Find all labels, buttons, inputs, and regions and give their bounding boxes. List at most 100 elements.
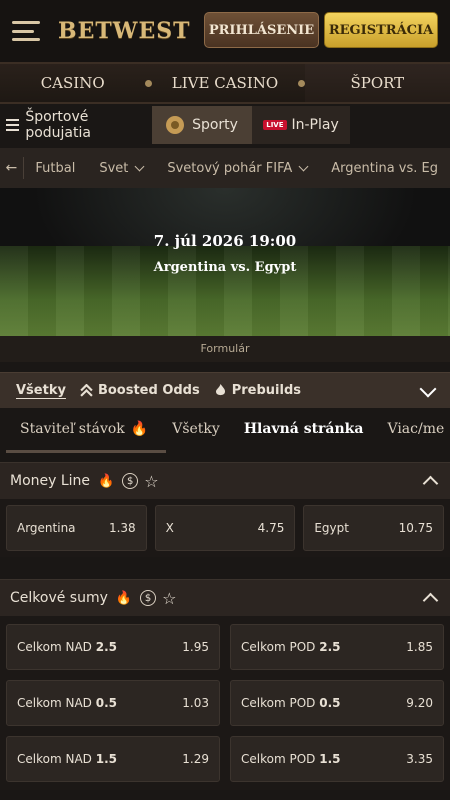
match-hero: 7. júl 2026 19:00 Argentina vs. Egypt — [0, 188, 450, 336]
breadcrumb-svet-label: Svet — [99, 160, 129, 176]
nav-live-casino[interactable]: LIVE CASINO — [152, 74, 297, 92]
odds-line: 0.5 — [95, 696, 117, 710]
back-arrow-icon[interactable]: ← — [0, 160, 23, 176]
sports-events-label: Športové podujatia — [25, 109, 91, 141]
totals-section: Celkové sumy 🔥 $ ☆ Celkom NAD 2.5 1.95 Ce… — [0, 579, 450, 790]
top-bar: BETWEST PRIHLÁSENIE REGISTRÁCIA — [0, 0, 450, 62]
odds-button[interactable]: Celkom NAD 0.5 1.03 — [6, 680, 220, 726]
odds-label: Argentina — [17, 521, 76, 535]
main-nav: CASINO LIVE CASINO ŠPORT — [0, 62, 450, 104]
odds-label: Celkom NAD 1.5 — [17, 752, 117, 766]
odds-label-text: Celkom POD — [241, 640, 316, 654]
money-line-header[interactable]: Money Line 🔥 $ ☆ — [0, 463, 450, 499]
form-link[interactable]: Formulár — [0, 336, 450, 362]
nav-divider-dot — [145, 79, 153, 87]
inplay-tab[interactable]: LIVE In-Play — [252, 106, 350, 144]
nav-casino[interactable]: CASINO — [0, 74, 145, 92]
totals-title: Celkové sumy — [10, 590, 108, 606]
sports-label: Sporty — [192, 117, 238, 133]
breadcrumb-svet[interactable]: Svet — [87, 161, 155, 176]
filter-prebuilds[interactable]: Prebuilds — [214, 383, 301, 398]
odds-label-text: Celkom NAD — [17, 640, 92, 654]
odds-label: Egypt — [314, 521, 349, 535]
odds-label-text: Celkom POD — [241, 696, 316, 710]
cashout-icon: $ — [140, 590, 157, 606]
sub-nav: Športové podujatia Sporty LIVE In-Play — [0, 106, 450, 144]
odds-value: 1.38 — [108, 521, 136, 535]
totals-header[interactable]: Celkové sumy 🔥 $ ☆ — [0, 580, 450, 616]
star-icon[interactable]: ☆ — [162, 589, 176, 608]
totals-odds: Celkom NAD 2.5 1.95 Celkom POD 2.5 1.85 Ce… — [0, 616, 450, 790]
chevron-down-icon — [298, 161, 309, 171]
sports-tab[interactable]: Sporty — [152, 106, 252, 144]
nav-sport[interactable]: ŠPORT — [304, 64, 450, 102]
odds-line: 2.5 — [319, 640, 341, 654]
odds-line: 2.5 — [95, 640, 117, 654]
match-date: 7. júl 2026 19:00 — [153, 232, 297, 250]
login-button[interactable]: PRIHLÁSENIE — [204, 12, 319, 48]
odds-label: Celkom NAD 0.5 — [17, 696, 117, 710]
chevrons-up-icon — [80, 384, 93, 397]
chevron-up-icon[interactable] — [422, 592, 439, 609]
odds-value: 1.29 — [182, 752, 209, 766]
odds-value: 4.75 — [257, 521, 285, 535]
breadcrumb-world-cup-label: Svetový pohár FIFA — [167, 160, 293, 176]
odds-label: Celkom NAD 2.5 — [17, 640, 117, 654]
breadcrumb-world-cup[interactable]: Svetový pohár FIFA — [155, 161, 319, 176]
odds-label: Celkom POD 2.5 — [241, 640, 340, 654]
tab-more[interactable]: Viac/me — [375, 421, 450, 437]
odds-line: 1.5 — [95, 752, 117, 766]
chevron-down-icon[interactable] — [419, 380, 437, 398]
tab-bet-builder[interactable]: Staviteľ stávok 🔥 — [0, 421, 160, 437]
odds-label: X — [165, 521, 174, 535]
odds-label: Celkom POD 1.5 — [241, 752, 340, 766]
breadcrumb-match[interactable]: Argentina vs. Eg — [319, 161, 450, 176]
odds-button[interactable]: Celkom POD 1.5 3.35 — [230, 736, 444, 782]
odds-line: 0.5 — [319, 696, 341, 710]
filter-boosted-odds-label: Boosted Odds — [97, 383, 200, 398]
star-icon[interactable]: ☆ — [144, 472, 158, 491]
register-button[interactable]: REGISTRÁCIA — [324, 12, 438, 48]
ball-icon — [166, 116, 185, 134]
logo: BETWEST — [58, 18, 191, 44]
odds-button[interactable]: Celkom NAD 1.5 1.29 — [6, 736, 220, 782]
odds-button[interactable]: Celkom NAD 2.5 1.95 — [6, 624, 220, 670]
odds-value: 1.95 — [182, 640, 209, 654]
odds-value: 10.75 — [398, 521, 434, 535]
inplay-label: In-Play — [291, 117, 339, 133]
flame-icon — [215, 384, 225, 396]
odds-value: 9.20 — [406, 696, 433, 710]
odds-button[interactable]: Argentina 1.38 — [6, 505, 147, 551]
odds-button[interactable]: Celkom POD 2.5 1.85 — [230, 624, 444, 670]
fire-icon: 🔥 — [115, 590, 133, 606]
filter-bar: Všetky Boosted Odds Prebuilds — [0, 372, 450, 408]
odds-label-text: Celkom NAD — [17, 696, 92, 710]
tabs-scroll-indicator — [0, 450, 450, 454]
breadcrumb: ← Futbal Svet Svetový pohár FIFA Argenti… — [0, 148, 450, 188]
odds-line: 1.5 — [319, 752, 341, 766]
odds-button[interactable]: X 4.75 — [154, 505, 296, 551]
filter-all[interactable]: Všetky — [16, 383, 66, 398]
odds-value: 3.35 — [406, 752, 433, 766]
tab-all[interactable]: Všetky — [160, 421, 232, 437]
money-line-title: Money Line — [10, 473, 91, 489]
tab-main[interactable]: Hlavná stránka — [232, 421, 376, 437]
live-badge: LIVE — [263, 120, 287, 130]
chevron-up-icon[interactable] — [422, 475, 439, 492]
odds-label: Celkom POD 0.5 — [241, 696, 340, 710]
menu-icon[interactable] — [12, 21, 40, 41]
chevron-down-icon — [134, 161, 145, 171]
market-tabs: Staviteľ stávok 🔥 Všetky Hlavná stránka V… — [0, 408, 450, 450]
tab-bet-builder-label: Staviteľ stávok — [20, 421, 125, 437]
money-line-section: Money Line 🔥 $ ☆ Argentina 1.38 X 4.75 Egy… — [0, 462, 450, 557]
odds-label-text: Celkom POD — [241, 752, 316, 766]
odds-button[interactable]: Egypt 10.75 — [303, 505, 445, 551]
sports-events-tab[interactable]: Športové podujatia — [0, 109, 152, 141]
match-title: Argentina vs. Egypt — [153, 260, 297, 275]
breadcrumb-futbal[interactable]: Futbal — [23, 161, 87, 176]
filter-boosted-odds[interactable]: Boosted Odds — [80, 383, 200, 398]
odds-button[interactable]: Celkom POD 0.5 9.20 — [230, 680, 444, 726]
nav-divider-dot — [297, 79, 305, 87]
odds-value: 1.03 — [182, 696, 209, 710]
money-line-odds: Argentina 1.38 X 4.75 Egypt 10.75 — [0, 499, 450, 557]
